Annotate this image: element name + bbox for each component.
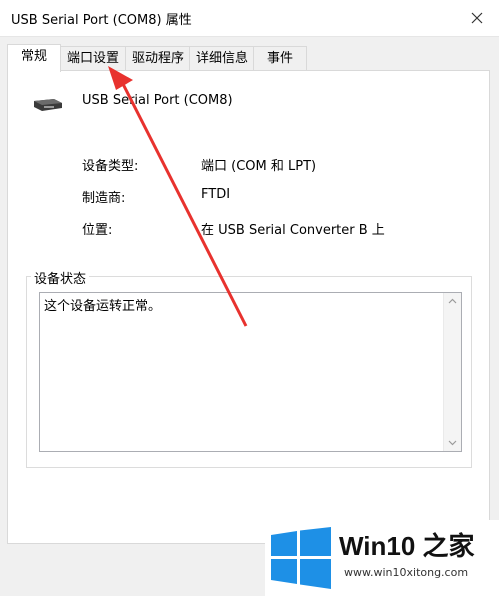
watermark: Win10 之家 www.win10xitong.com	[265, 520, 499, 596]
chevron-down-icon	[448, 440, 457, 446]
tab-details[interactable]: 详细信息	[189, 46, 255, 70]
properties-dialog: USB Serial Port (COM8) 属性 常规 端口设置 驱动程序 详…	[0, 0, 499, 596]
device-status-text: 这个设备运转正常。	[44, 299, 162, 314]
tab-general[interactable]: 常规	[7, 44, 61, 72]
tab-events[interactable]: 事件	[253, 46, 307, 70]
tab-port-settings[interactable]: 端口设置	[59, 46, 127, 70]
watermark-url: www.win10xitong.com	[344, 566, 469, 579]
location-value: 在 USB Serial Converter B 上	[201, 223, 385, 238]
device-type-value: 端口 (COM 和 LPT)	[201, 159, 317, 174]
title-bar: USB Serial Port (COM8) 属性	[0, 0, 499, 37]
device-status-textbox[interactable]: 这个设备运转正常。	[39, 292, 462, 452]
scroll-down-button[interactable]	[444, 434, 461, 451]
watermark-brand: Win10 之家	[339, 531, 475, 561]
chevron-up-icon	[448, 298, 457, 304]
manufacturer-label: 制造商:	[82, 191, 126, 206]
tab-driver[interactable]: 驱动程序	[125, 46, 191, 70]
status-scrollbar[interactable]	[443, 293, 461, 451]
device-type-label: 设备类型:	[82, 159, 139, 174]
serial-port-device-icon	[34, 99, 62, 111]
general-tab-panel: USB Serial Port (COM8) 设备类型: 端口 (COM 和 L…	[7, 70, 490, 544]
window-title: USB Serial Port (COM8) 属性	[11, 13, 192, 28]
close-button[interactable]	[455, 0, 499, 36]
device-status-title: 设备状态	[31, 268, 90, 287]
scroll-up-button[interactable]	[444, 293, 461, 310]
windows-logo-icon	[271, 527, 331, 589]
manufacturer-value: FTDI	[201, 187, 231, 202]
close-icon	[471, 12, 483, 24]
location-label: 位置:	[82, 223, 113, 238]
device-name: USB Serial Port (COM8)	[82, 93, 233, 108]
